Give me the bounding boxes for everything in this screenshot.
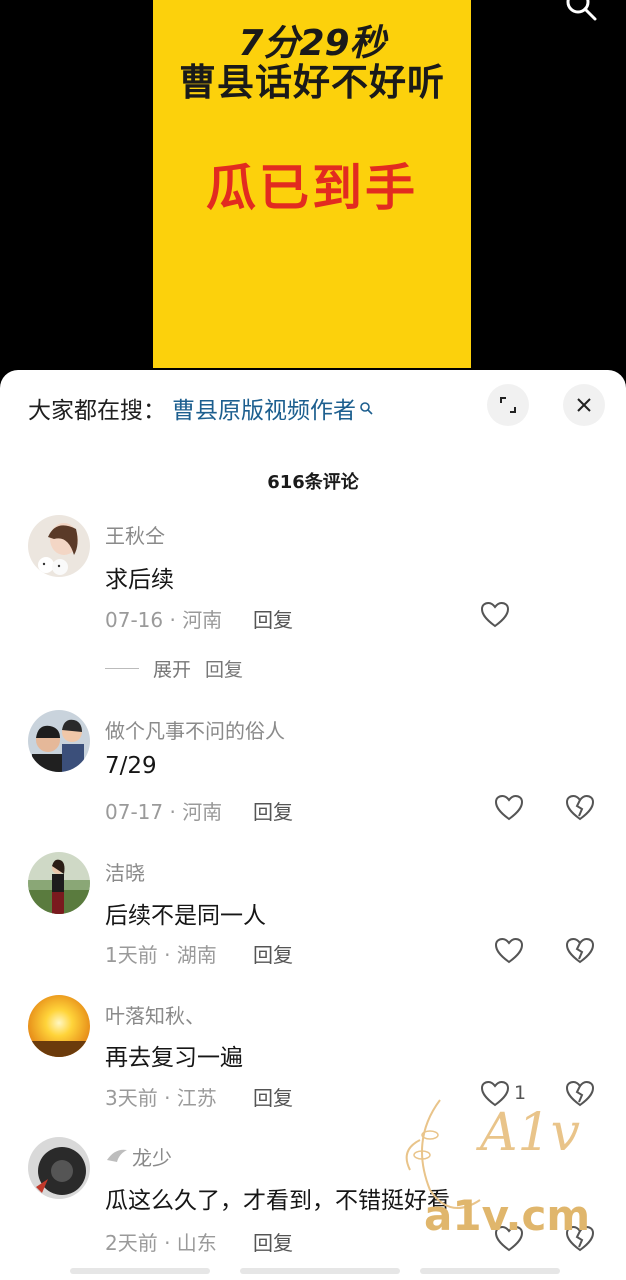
expand-icon xyxy=(500,397,516,413)
poster-subtitle: 瓜已到手 xyxy=(206,159,418,217)
comment-text: 求后续 xyxy=(105,567,174,593)
watermark-text: a1v.cm xyxy=(424,1191,590,1240)
trending-search-bar[interactable]: 大家都在搜： 曹县原版视频作者 xyxy=(28,392,373,424)
watermark-logo: A1v a1v.cm xyxy=(405,1099,590,1240)
avatar[interactable] xyxy=(28,852,90,914)
heart-icon[interactable] xyxy=(480,601,510,629)
reply-button[interactable]: 回复 xyxy=(253,1227,293,1256)
avatar[interactable] xyxy=(28,515,90,577)
avatar[interactable] xyxy=(28,1137,90,1199)
broken-heart-icon[interactable] xyxy=(565,937,595,965)
watermark: A1v a1v.cm xyxy=(400,1080,610,1270)
small-search-icon xyxy=(360,402,373,415)
close-icon xyxy=(577,398,591,412)
watermark-logo-text: A1v xyxy=(476,1103,580,1163)
comment-author[interactable]: 做个凡事不问的俗人 xyxy=(105,715,285,744)
trending-search-label: 大家都在搜： xyxy=(28,398,166,424)
comment-meta: 07-16 · 河南 xyxy=(105,608,223,632)
comment-meta: 3天前 · 江苏 xyxy=(105,1086,217,1110)
comment-sheet: 大家都在搜： 曹县原版视频作者 616条评论 王秋仝 求后续 07-16 · 河… xyxy=(0,370,626,1280)
trending-search-keyword[interactable]: 曹县原版视频作者 xyxy=(172,391,356,425)
search-icon[interactable] xyxy=(564,0,598,22)
bird-badge-icon xyxy=(107,1149,127,1162)
bottom-divider xyxy=(420,1268,560,1274)
comment-meta: 1天前 · 湖南 xyxy=(105,943,217,967)
expand-button[interactable] xyxy=(487,384,529,426)
reply-button[interactable]: 回复 xyxy=(253,939,293,968)
avatar[interactable] xyxy=(28,995,90,1057)
video-poster: 7分29秒 曹县话好不好听 瓜已到手 xyxy=(153,0,471,368)
comment-meta: 2天前 · 山东 xyxy=(105,1231,217,1255)
expand-replies-reply-label: 回复 xyxy=(205,659,244,681)
broken-heart-icon[interactable] xyxy=(565,794,595,822)
expand-replies-label: 展开 xyxy=(153,659,192,681)
comment-text: 7/29 xyxy=(105,753,157,779)
reply-button[interactable]: 回复 xyxy=(253,1082,293,1111)
comment-author[interactable]: 叶落知秋、 xyxy=(105,1000,205,1029)
avatar[interactable] xyxy=(28,710,90,772)
video-player[interactable]: 7分29秒 曹县话好不好听 瓜已到手 xyxy=(0,0,626,380)
poster-title: 曹县话好不好听 xyxy=(179,61,445,104)
reply-button[interactable]: 回复 xyxy=(253,604,293,633)
comment-count: 616条评论 xyxy=(267,472,359,493)
heart-icon[interactable] xyxy=(494,794,524,822)
comment-text: 后续不是同一人 xyxy=(105,903,266,929)
reply-button[interactable]: 回复 xyxy=(253,796,293,825)
comment-meta: 07-17 · 河南 xyxy=(105,800,223,824)
comment-author[interactable]: 洁晓 xyxy=(105,857,145,886)
comment-author[interactable]: 王秋仝 xyxy=(105,520,165,549)
heart-icon[interactable] xyxy=(494,937,524,965)
expand-replies-button[interactable]: 展开 回复 xyxy=(105,655,243,682)
comment-author[interactable]: 龙少 xyxy=(132,1142,172,1171)
divider-line xyxy=(105,668,139,669)
bottom-divider xyxy=(70,1268,210,1274)
comment-text: 瓜这么久了，才看到，不错挺好看 xyxy=(105,1188,450,1214)
bottom-divider xyxy=(240,1268,400,1274)
comment-text: 再去复习一遍 xyxy=(105,1045,243,1071)
close-button[interactable] xyxy=(563,384,605,426)
